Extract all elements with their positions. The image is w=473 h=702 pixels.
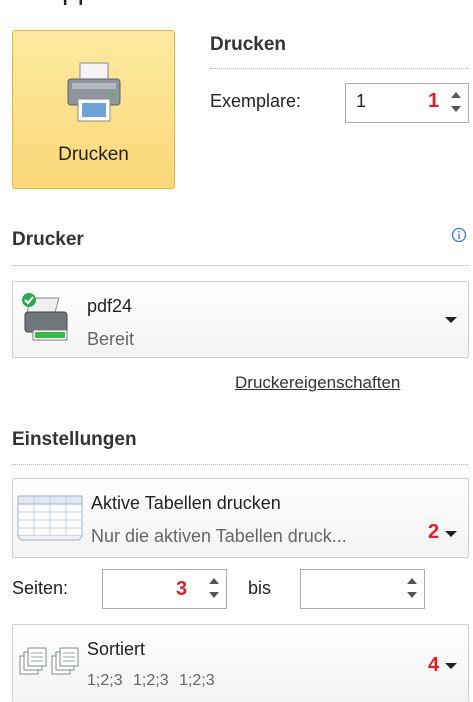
copies-label: Exemplare: — [210, 91, 302, 111]
copies-value: 1 — [356, 91, 367, 111]
chevron-down-icon — [445, 317, 457, 323]
pages-from-marker: 3 — [176, 578, 188, 600]
printer-properties-link[interactable]: Druckereigenschaften — [235, 373, 400, 393]
printer-name: pdf24 — [87, 296, 133, 316]
divider — [210, 68, 468, 69]
collation-dropdown[interactable]: Sortiert 1;2;3 1;2;3 1;2;3 4 — [12, 624, 469, 702]
copies-marker: 1 — [428, 90, 440, 112]
printer-status: Bereit — [87, 329, 135, 349]
settings-section-title: Einstellungen — [12, 429, 137, 450]
copies-stepper[interactable]: 1 1 — [345, 83, 469, 123]
spinner-up-icon[interactable] — [209, 578, 219, 584]
print-button[interactable]: Drucken — [12, 30, 175, 189]
print-scope-title: Aktive Tabellen drucken — [91, 493, 281, 513]
collation-title: Sortiert — [87, 639, 146, 659]
spinner-down-icon[interactable] — [407, 592, 417, 598]
printer-dropdown[interactable]: pdf24 Bereit — [12, 281, 469, 358]
printer-ready-icon — [22, 293, 68, 341]
spinner-up-icon[interactable] — [451, 92, 461, 98]
spinner-down-icon[interactable] — [451, 106, 461, 112]
divider — [12, 265, 468, 266]
sheets-icon — [17, 495, 83, 541]
chevron-down-icon — [445, 663, 457, 669]
info-icon[interactable] — [451, 227, 467, 243]
print-scope-dropdown[interactable]: Aktive Tabellen drucken Nur die aktiven … — [12, 478, 469, 558]
pages-from-stepper[interactable]: 3 — [102, 569, 227, 609]
chevron-down-icon — [445, 531, 457, 537]
print-section-title: Drucken — [210, 34, 287, 55]
collated-icon — [19, 647, 79, 675]
spinner-down-icon[interactable] — [209, 592, 219, 598]
divider — [12, 464, 468, 465]
clipped-heading: pp — [62, 0, 93, 6]
print-scope-marker: 2 — [428, 521, 440, 543]
printer-section-title: Drucker — [12, 229, 84, 250]
pages-label: Seiten: — [12, 578, 69, 598]
collation-marker: 4 — [428, 654, 440, 676]
print-button-label: Drucken — [58, 144, 129, 165]
pages-to-stepper[interactable] — [300, 569, 425, 609]
printer-icon — [67, 62, 121, 122]
collation-subtitle: 1;2;3 1;2;3 1;2;3 — [87, 672, 215, 689]
spinner-up-icon[interactable] — [407, 578, 417, 584]
print-scope-subtitle: Nur die aktiven Tabellen druck... — [91, 526, 347, 546]
pages-to-label: bis — [248, 578, 272, 598]
